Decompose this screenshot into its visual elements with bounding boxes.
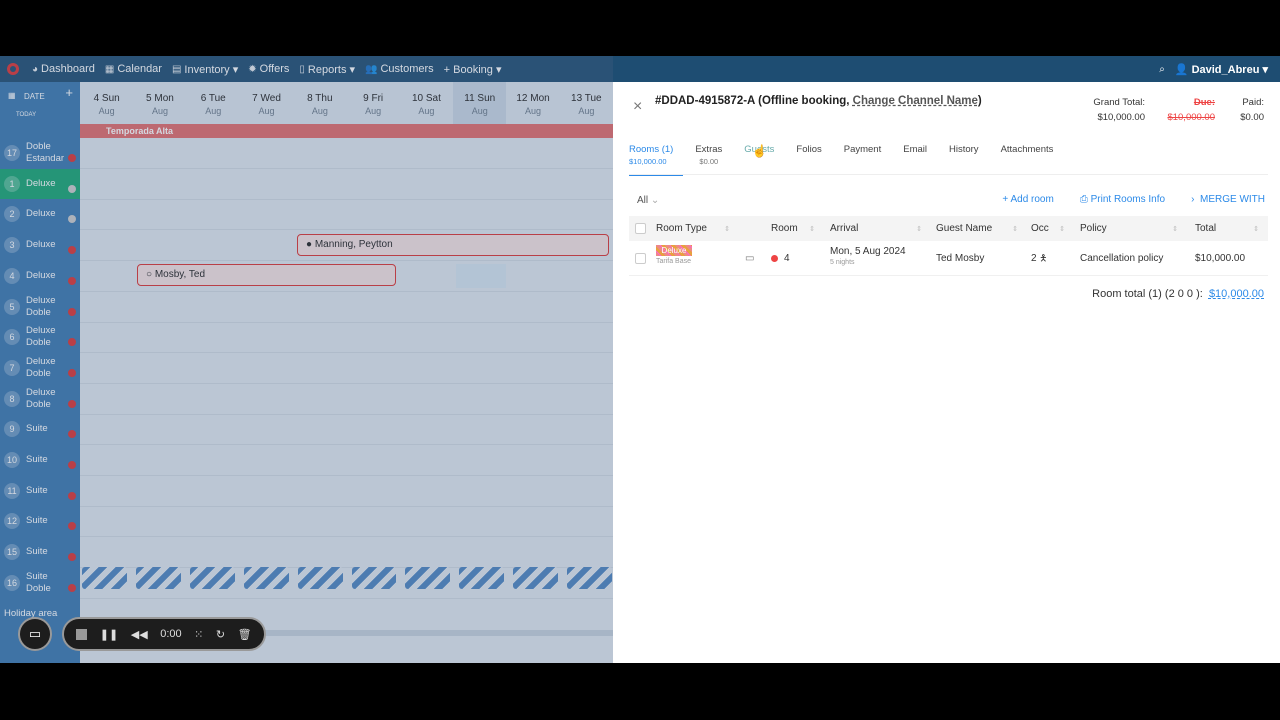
pointer-cursor-icon: ☝ <box>752 144 767 158</box>
chevron-right-icon: › <box>1191 194 1195 205</box>
sort-icon: ⇕ <box>916 225 922 233</box>
video-camera-icon: ▭ <box>28 626 42 641</box>
stop-icon[interactable] <box>76 628 88 640</box>
rewind-icon[interactable]: ◀◀ <box>131 628 148 641</box>
grid-icon[interactable]: ⁙ <box>194 628 203 641</box>
tab-folios[interactable]: Folios <box>796 144 831 176</box>
guest-name[interactable]: Ted Mosby <box>936 253 984 264</box>
tab-history[interactable]: History <box>949 144 989 176</box>
paid-total: Paid: $0.00 <box>1240 97 1264 123</box>
booking-panel: × #DDAD-4915872-A (Offline booking, Chan… <box>613 82 1280 663</box>
timer: 0:00 <box>160 628 182 640</box>
sort-icon: ⇕ <box>724 225 730 233</box>
col-room[interactable]: Room ⇕ <box>771 223 821 234</box>
trash-icon[interactable]: 🗑 <box>238 628 252 641</box>
close-icon[interactable]: × <box>633 98 642 116</box>
print-icon: ⎙ <box>1079 194 1088 205</box>
col-occ[interactable]: Occ ⇕ <box>1031 223 1071 234</box>
due-total: Due: $10,000.00 <box>1167 97 1215 123</box>
col-guest-name[interactable]: Guest Name ⇕ <box>936 223 1024 234</box>
table-row[interactable]: Deluxe Tarifa Base ▭ 4 Mon, 5 Aug 2024 5… <box>629 242 1268 276</box>
row-checkbox[interactable] <box>635 253 646 264</box>
tab-attachments[interactable]: Attachments <box>1001 144 1064 176</box>
booking-title: #DDAD-4915872-A (Offline booking, Change… <box>655 95 982 107</box>
pause-icon[interactable]: ❚❚ <box>100 628 118 641</box>
sort-icon: ⇕ <box>1253 225 1259 233</box>
sort-icon: ⇕ <box>809 225 815 233</box>
sort-icon: ⇕ <box>1172 225 1178 233</box>
room-status-dot <box>771 255 778 262</box>
grand-total: Grand Total: $10,000.00 <box>1093 97 1145 123</box>
select-all-checkbox[interactable] <box>635 223 646 234</box>
chevron-down-icon: ⌄ <box>650 195 660 206</box>
tab-email[interactable]: Email <box>903 144 937 176</box>
recording-toolbar: ❚❚ ◀◀ 0:00 ⁙ ↻ 🗑 <box>62 617 266 651</box>
room-actions: + Add room ⎙ Print Rooms Info › MERGE WI… <box>1002 194 1265 205</box>
person-icon: 🯅 <box>1039 252 1048 263</box>
print-rooms-button[interactable]: ⎙ Print Rooms Info <box>1080 194 1165 205</box>
change-channel-link[interactable]: Change Channel Name <box>853 95 978 107</box>
rooms-table-header: Room Type ⇕ Room ⇕ Arrival ⇕ Guest Name ⇕ Oc… <box>629 216 1268 241</box>
filter-select[interactable]: All ⌄ <box>637 195 659 206</box>
booking-tabs: Rooms (1) $10,000.00 Extras $0.00 Guests F… <box>629 144 1075 176</box>
modal-backdrop[interactable] <box>0 56 613 663</box>
tabs-divider <box>629 174 1268 175</box>
col-arrival[interactable]: Arrival ⇕ <box>830 223 928 234</box>
room-total: Room total (1) (2 0 0 ): $10,000.00 <box>1092 288 1264 300</box>
tab-extras[interactable]: Extras $0.00 <box>695 144 732 176</box>
comment-icon[interactable]: ▭ <box>745 253 754 264</box>
search-icon[interactable]: ⌕ <box>1159 64 1165 75</box>
col-room-type[interactable]: Room Type ⇕ <box>656 223 736 234</box>
camera-button[interactable]: ▭ <box>18 617 52 651</box>
restart-icon[interactable]: ↻ <box>216 628 225 641</box>
cancellation-policy-link[interactable]: Cancellation policy <box>1080 253 1163 264</box>
app-screen: ◕ Dashboard ▦ Calendar ▤ Inventory ▾ ✹ Offer… <box>0 56 1280 663</box>
user-icon: 👤 <box>1174 63 1189 76</box>
col-total[interactable]: Total ⇕ <box>1195 223 1265 234</box>
sort-icon: ⇕ <box>1012 225 1018 233</box>
col-policy[interactable]: Policy ⇕ <box>1080 223 1184 234</box>
sort-icon: ⇕ <box>1059 225 1065 233</box>
merge-with-button[interactable]: › MERGE WITH <box>1191 194 1265 205</box>
add-room-button[interactable]: + Add room <box>1002 194 1053 205</box>
room-type-badge[interactable]: Deluxe <box>656 245 692 256</box>
tab-payment[interactable]: Payment <box>844 144 892 176</box>
tab-rooms[interactable]: Rooms (1) $10,000.00 <box>629 144 684 176</box>
user-menu[interactable]: 👤 David_Abreu ▾ <box>1175 63 1268 76</box>
